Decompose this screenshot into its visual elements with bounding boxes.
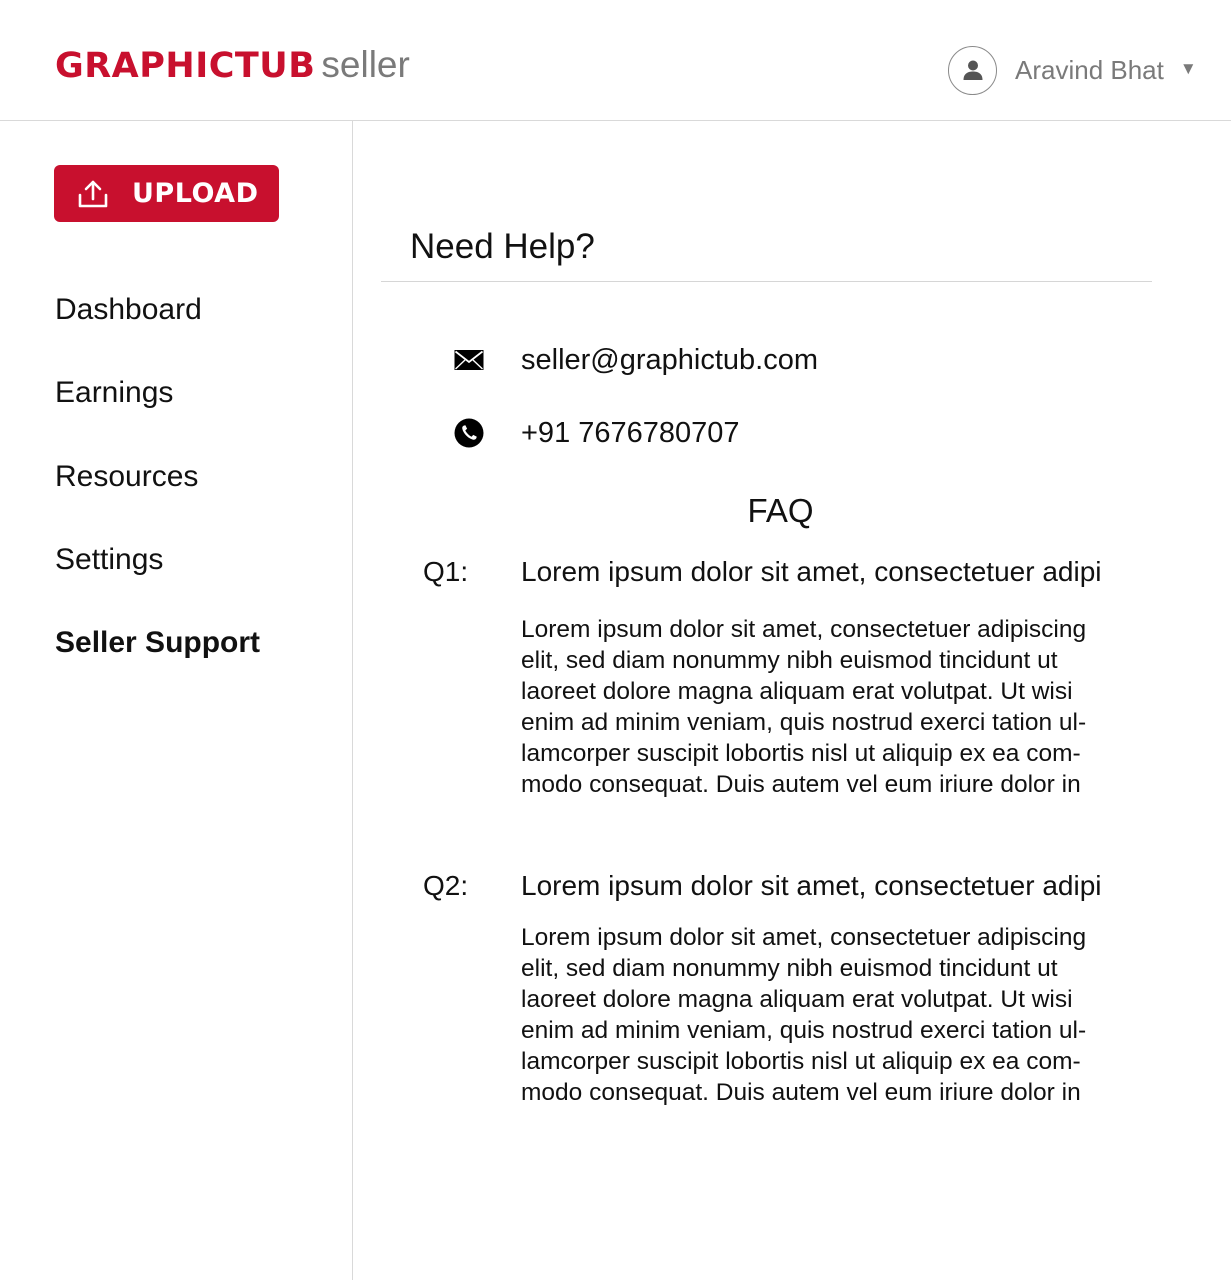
logo-brand: GRAPHICTUB xyxy=(55,46,316,86)
envelope-icon xyxy=(453,344,485,376)
sidebar-item-earnings[interactable]: Earnings xyxy=(55,376,173,410)
faq-question-text: Lorem ipsum dolor sit amet, consectetuer… xyxy=(521,556,1102,587)
sidebar-item-seller-support[interactable]: Seller Support xyxy=(55,626,260,660)
support-email[interactable]: seller@graphictub.com xyxy=(521,344,818,377)
support-phone[interactable]: +91 7676780707 xyxy=(521,417,740,450)
upload-icon xyxy=(76,178,110,210)
user-icon[interactable] xyxy=(948,45,997,95)
user-menu[interactable]: Aravind Bhat ▼ xyxy=(948,45,1197,95)
faq-answer-1: Lorem ipsum dolor sit amet, consectetuer… xyxy=(521,616,1087,798)
faq-question-text: Lorem ipsum dolor sit amet, consectetuer… xyxy=(521,870,1102,901)
phone-icon xyxy=(453,417,485,449)
faq-item-1: Q1: Lorem ipsum dolor sit amet, consecte… xyxy=(423,556,1183,800)
sidebar: UPLOAD Dashboard Earnings Resources Sett… xyxy=(0,121,353,1280)
chevron-down-icon[interactable]: ▼ xyxy=(1180,59,1197,79)
title-divider xyxy=(381,281,1152,282)
page-title: Need Help? xyxy=(410,227,595,266)
top-header: GRAPHICTUB seller Aravind Bhat ▼ xyxy=(0,0,1231,121)
user-name[interactable]: Aravind Bhat xyxy=(1015,55,1164,86)
upload-label: UPLOAD xyxy=(132,178,259,209)
contact-email-row: seller@graphictub.com xyxy=(453,340,818,380)
sidebar-item-resources[interactable]: Resources xyxy=(55,460,198,494)
main-content: Need Help? seller@graphictub.com +91 767… xyxy=(353,121,1231,1280)
faq-question-1[interactable]: Q1: Lorem ipsum dolor sit amet, consecte… xyxy=(423,556,1183,588)
sidebar-item-settings[interactable]: Settings xyxy=(55,543,163,577)
faq-answer-2: Lorem ipsum dolor sit amet, consectetuer… xyxy=(521,924,1087,1106)
contact-phone-row: +91 7676780707 xyxy=(453,413,740,453)
sidebar-item-dashboard[interactable]: Dashboard xyxy=(55,293,202,327)
app-logo[interactable]: GRAPHICTUB seller xyxy=(55,44,410,94)
faq-question-number: Q2: xyxy=(423,870,469,901)
faq-title: FAQ xyxy=(747,492,814,529)
faq-item-2: Q2: Lorem ipsum dolor sit amet, consecte… xyxy=(423,870,1183,1108)
faq-question-2[interactable]: Q2: Lorem ipsum dolor sit amet, consecte… xyxy=(423,870,1183,902)
upload-button[interactable]: UPLOAD xyxy=(54,165,279,222)
logo-suffix: seller xyxy=(321,44,410,85)
faq-question-number: Q1: xyxy=(423,556,469,587)
